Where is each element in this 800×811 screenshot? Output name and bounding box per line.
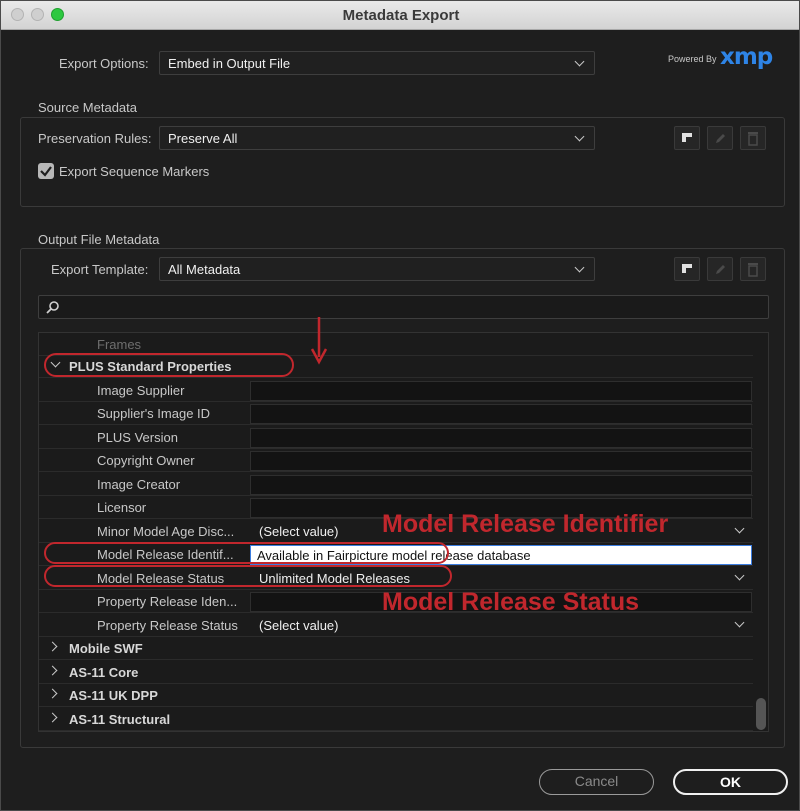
tree-group-label: AS-11 Structural [69, 712, 171, 727]
ok-button[interactable]: OK [673, 769, 788, 795]
export-template-label: Export Template: [51, 262, 149, 277]
tree-group-label: AS-11 Core [69, 665, 139, 680]
xmp-logo: xmp [720, 44, 773, 70]
annotation-oval-plus [44, 353, 294, 377]
edit-preset-button[interactable] [707, 126, 733, 150]
annotation-status-text: Model Release Status [382, 588, 640, 616]
select-value[interactable]: (Select value) [259, 524, 338, 539]
export-template-dropdown[interactable]: All Metadata [159, 257, 595, 281]
value-field[interactable] [250, 475, 752, 495]
tree-group-label: AS-11 UK DPP [69, 688, 158, 703]
disclosure-triangle-icon[interactable] [47, 712, 58, 723]
disclosure-triangle-icon[interactable] [47, 665, 58, 676]
annotation-oval-status [44, 565, 452, 587]
new-template-button[interactable] [674, 257, 700, 281]
trash-icon [748, 263, 758, 277]
checkmark-icon [40, 166, 52, 177]
preservation-rules-label: Preservation Rules: [38, 131, 152, 146]
tree-row-label: Property Release Status [97, 618, 238, 633]
value-field[interactable] [250, 428, 752, 448]
tree-group-as11-core[interactable]: AS-11 Core [39, 661, 753, 684]
annotation-oval-identifier [44, 542, 449, 564]
tree-row-label: Image Supplier [97, 383, 185, 398]
tree-row-label: Licensor [97, 500, 147, 515]
powered-by-text: Powered By [668, 54, 717, 64]
delete-template-button[interactable] [740, 257, 766, 281]
edit-pencil-icon [716, 134, 725, 143]
export-options-dropdown[interactable]: Embed in Output File [159, 51, 595, 75]
new-preset-icon [682, 133, 692, 142]
tree-row-label: Frames [97, 337, 142, 352]
tree-group-as11-uk-dpp[interactable]: AS-11 UK DPP [39, 684, 753, 707]
annotation-identifier-text: Model Release Identifier [382, 510, 669, 538]
delete-preset-button[interactable] [740, 126, 766, 150]
tree-row-copyright-owner[interactable]: Copyright Owner [39, 449, 753, 472]
chevron-down-icon[interactable] [734, 523, 745, 534]
tree-row-image-supplier[interactable]: Image Supplier [39, 379, 753, 402]
disclosure-triangle-icon[interactable] [47, 641, 58, 652]
metadata-export-dialog: Metadata Export Export Options: Embed in… [0, 0, 800, 811]
tree-group-mobile-swf[interactable]: Mobile SWF [39, 637, 753, 660]
title-bar: Metadata Export [1, 1, 799, 30]
disclosure-triangle-icon[interactable] [47, 688, 58, 699]
output-metadata-heading: Output File Metadata [38, 232, 160, 247]
chevron-down-icon [574, 131, 585, 142]
window-title: Metadata Export [342, 7, 460, 24]
source-metadata-heading: Source Metadata [38, 100, 138, 115]
tree-row-label: Property Release Iden... [97, 594, 238, 609]
edit-template-button[interactable] [707, 257, 733, 281]
chevron-down-icon [574, 56, 585, 67]
chevron-down-icon[interactable] [734, 570, 745, 581]
edit-pencil-icon [716, 265, 725, 274]
export-markers-checkbox[interactable] [38, 163, 54, 179]
tree-row-image-creator[interactable]: Image Creator [39, 473, 753, 496]
value-field[interactable] [250, 451, 752, 471]
tree-group-as11-structural[interactable]: AS-11 Structural [39, 708, 753, 731]
chevron-down-icon [574, 262, 585, 273]
red-arrow-icon [310, 317, 328, 365]
preservation-rules-value: Preserve All [168, 131, 238, 146]
value-field[interactable] [250, 404, 752, 424]
tree-row-label: Supplier's Image ID [97, 406, 211, 421]
tree-group-label: Mobile SWF [69, 641, 143, 656]
new-preset-icon [682, 264, 692, 273]
value-field[interactable] [250, 381, 752, 401]
new-preset-button[interactable] [674, 126, 700, 150]
metadata-search-input[interactable] [38, 295, 769, 319]
tree-row-plus-version[interactable]: PLUS Version [39, 426, 753, 449]
trash-icon [748, 132, 758, 146]
select-value[interactable]: (Select value) [259, 618, 338, 633]
tree-row-label: Minor Model Age Disc... [97, 524, 235, 539]
tree-row-label: PLUS Version [97, 430, 178, 445]
chevron-down-icon[interactable] [734, 617, 745, 628]
search-icon [46, 301, 59, 314]
export-options-label: Export Options: [59, 56, 149, 71]
tree-row-label: Copyright Owner [97, 453, 195, 468]
preservation-rules-dropdown[interactable]: Preserve All [159, 126, 595, 150]
tree-scrollbar-thumb[interactable] [756, 698, 766, 730]
export-markers-label: Export Sequence Markers [59, 164, 210, 179]
tree-row-supplier-image-id[interactable]: Supplier's Image ID [39, 402, 753, 425]
tree-row-property-release-status[interactable]: Property Release Status (Select value) [39, 614, 753, 637]
export-options-value: Embed in Output File [168, 56, 291, 71]
cancel-button[interactable]: Cancel [539, 769, 654, 795]
export-template-value: All Metadata [168, 262, 241, 277]
tree-row-label: Image Creator [97, 477, 181, 492]
